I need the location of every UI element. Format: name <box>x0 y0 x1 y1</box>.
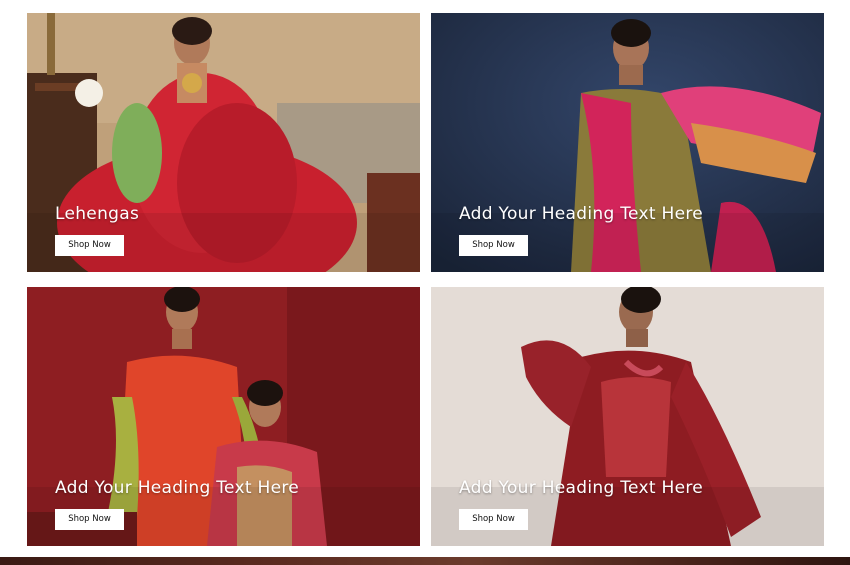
card-heading: Add Your Heading Text Here <box>459 478 704 498</box>
collection-card-2[interactable]: Add Your Heading Text Here Shop Now <box>431 13 824 272</box>
collection-card-3[interactable]: Add Your Heading Text Here Shop Now <box>27 287 420 546</box>
shop-now-button[interactable]: Shop Now <box>459 235 528 256</box>
card-heading: Add Your Heading Text Here <box>459 204 704 224</box>
bridal-lehenga-photo <box>27 13 420 272</box>
shop-now-button[interactable]: Shop Now <box>459 509 528 530</box>
collection-grid-page: Lehengas Shop Now Add Your Heading Text … <box>0 0 850 565</box>
shop-now-button[interactable]: Shop Now <box>55 509 124 530</box>
next-section-banner-edge <box>0 557 850 565</box>
card-heading: Add Your Heading Text Here <box>55 478 300 498</box>
shop-now-button[interactable]: Shop Now <box>55 235 124 256</box>
collection-card-lehengas[interactable]: Lehengas Shop Now <box>27 13 420 272</box>
card-heading: Lehengas <box>55 204 140 224</box>
two-models-red-photo <box>27 287 420 546</box>
pink-dupatta-photo <box>431 13 824 272</box>
collection-card-4[interactable]: Add Your Heading Text Here Shop Now <box>431 287 824 546</box>
maroon-kurta-photo <box>431 287 824 546</box>
